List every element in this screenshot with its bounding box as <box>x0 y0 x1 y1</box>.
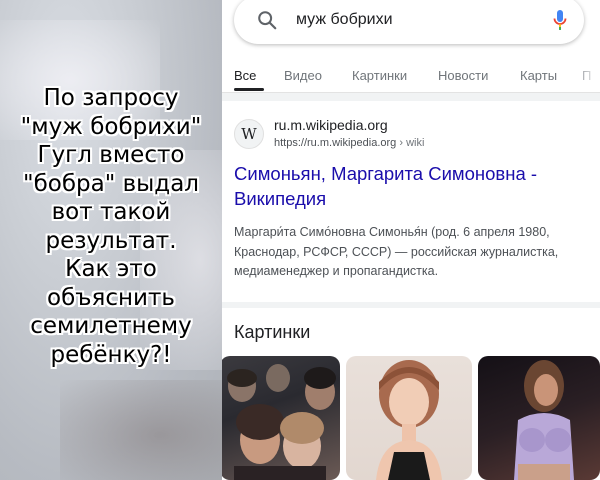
search-results-screen: муж бобрихи Все Видео Картинки Новости К… <box>222 0 600 480</box>
meme-caption: По запросу "муж бобрихи" Гугл вместо "бо… <box>20 85 202 368</box>
result-url-base: https://ru.m.wikipedia.org <box>274 137 397 149</box>
result-title-link[interactable]: Симоньян, Маргарита Симоновна - Википеди… <box>234 161 590 211</box>
result-url: https://ru.m.wikipedia.org › wiki <box>274 137 424 149</box>
tab-maps[interactable]: Карты <box>520 68 557 83</box>
wikipedia-icon: W <box>234 119 264 149</box>
result-site-name: ru.m.wikipedia.org <box>274 117 388 133</box>
image-thumbnail[interactable] <box>478 356 600 480</box>
tab-video[interactable]: Видео <box>284 68 322 83</box>
tabs-fade <box>570 62 600 92</box>
section-separator <box>222 93 600 101</box>
thumbnail-photo <box>514 360 574 480</box>
thumbnail-photo <box>376 360 442 480</box>
search-bar[interactable]: муж бобрихи <box>234 0 584 44</box>
tab-images[interactable]: Картинки <box>352 68 407 83</box>
search-input[interactable]: муж бобрихи <box>296 11 393 29</box>
tab-all[interactable]: Все <box>234 68 256 83</box>
tab-news[interactable]: Новости <box>438 68 488 83</box>
result-snippet: Маргари́та Симо́новна Симонья́н (род. 6 … <box>234 225 559 278</box>
section-separator <box>222 302 600 308</box>
search-result: W ru.m.wikipedia.org https://ru.m.wikipe… <box>222 101 600 301</box>
images-section-heading: Картинки <box>234 322 311 342</box>
mic-icon[interactable] <box>552 8 568 32</box>
image-thumbnail[interactable] <box>222 356 340 480</box>
search-tabs: Все Видео Картинки Новости Карты П <box>222 62 600 92</box>
active-tab-indicator <box>234 88 264 91</box>
favicon-letter: W <box>241 125 257 143</box>
image-thumbnail[interactable] <box>346 356 472 480</box>
search-icon[interactable] <box>256 9 278 31</box>
meme-background: По запросу "муж бобрихи" Гугл вместо "бо… <box>0 0 222 480</box>
result-url-crumb: › wiki <box>399 137 425 149</box>
thumbnail-photo <box>227 364 336 480</box>
background-blur <box>60 380 222 480</box>
